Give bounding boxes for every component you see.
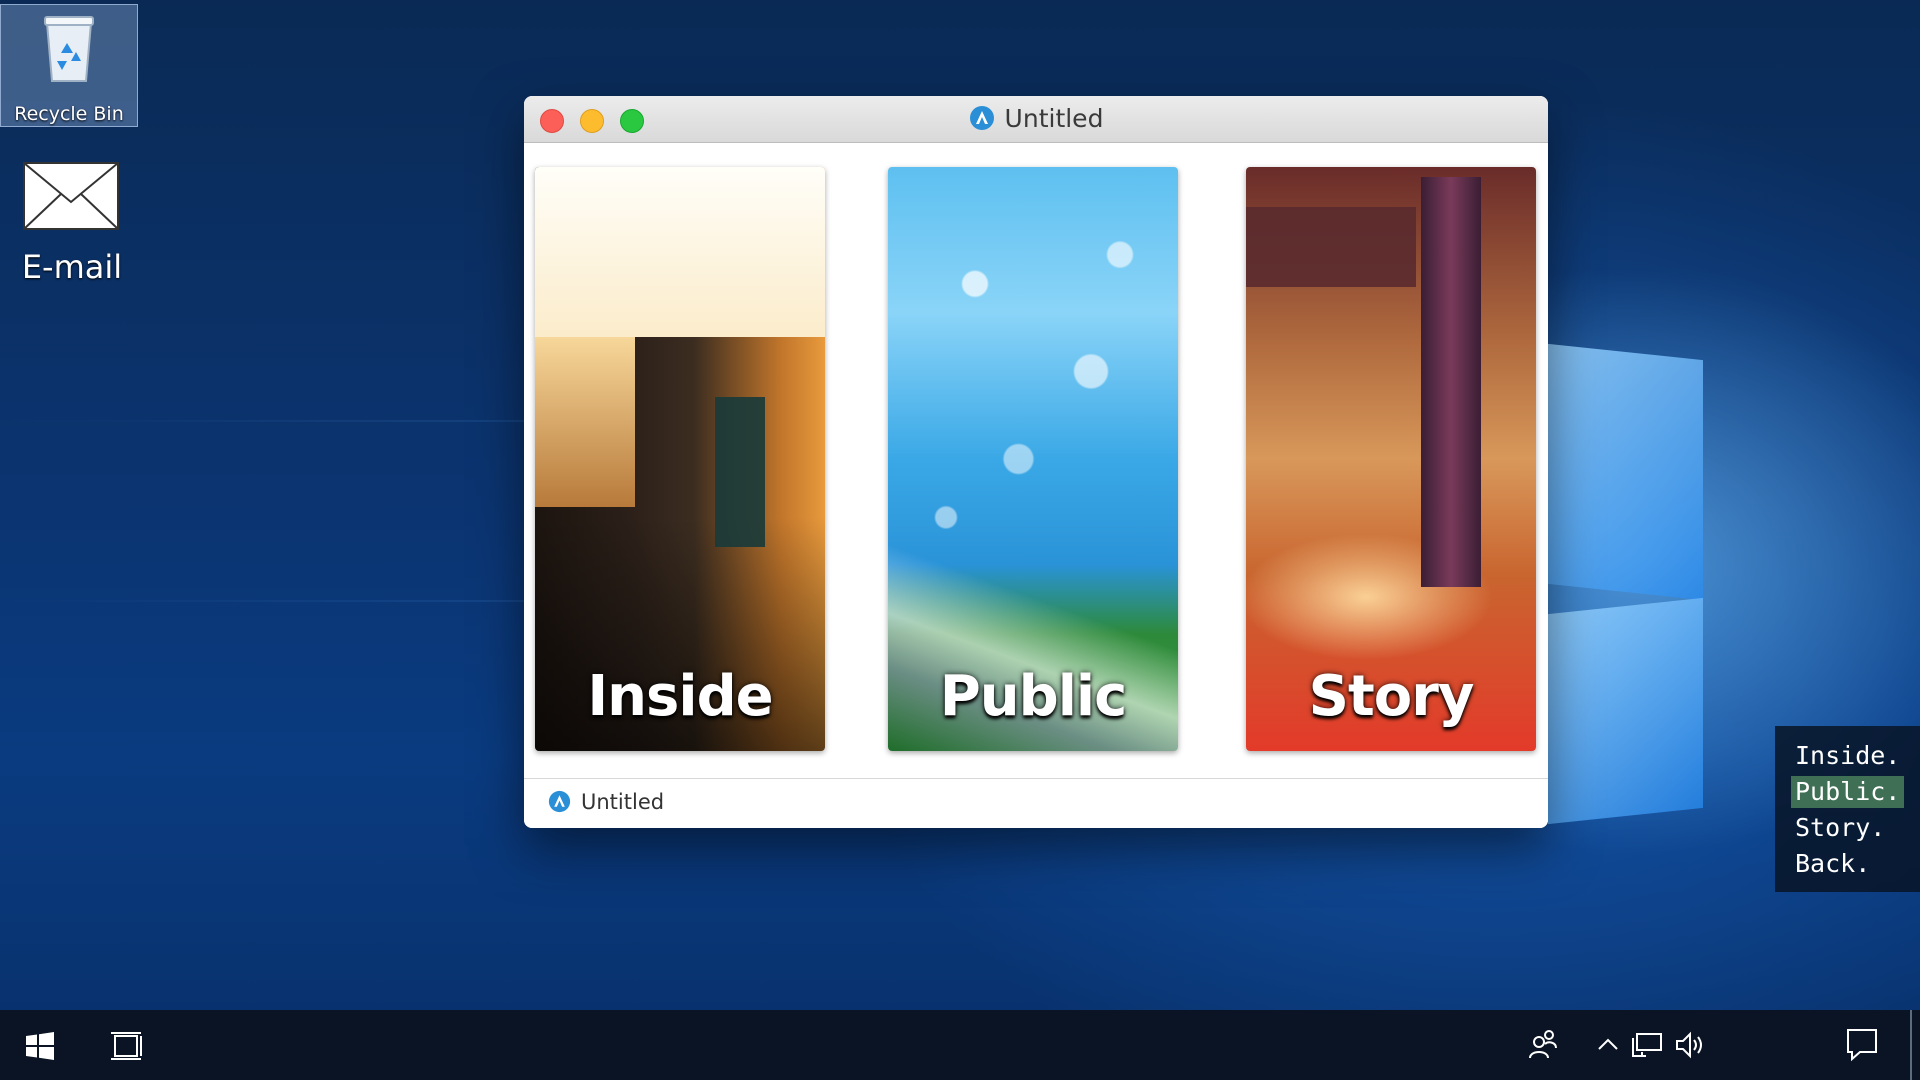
taskbar [0, 1010, 1920, 1080]
notification-icon[interactable] [1846, 1028, 1878, 1062]
menu-option-inside[interactable]: Inside. [1791, 740, 1904, 772]
card-public-label: Public [939, 664, 1128, 729]
menu-option-public[interactable]: Public. [1791, 776, 1905, 808]
envelope-icon [23, 162, 119, 230]
card-story-art-pillar [1421, 177, 1481, 587]
card-inside-art-chair [715, 397, 765, 547]
status-bar: Untitled [524, 778, 1548, 828]
app-icon [969, 106, 994, 130]
recycle-bin-icon [44, 16, 94, 82]
menu-option-back[interactable]: Back. [1791, 848, 1874, 880]
recycle-bin-label: Recycle Bin [14, 103, 124, 125]
status-area: Untitled [548, 790, 664, 814]
show-desktop-edge[interactable] [1910, 1010, 1912, 1080]
title-bar[interactable]: Untitled [524, 96, 1548, 143]
card-story-label: Story [1308, 664, 1475, 729]
desktop-icon-recycle-bin[interactable]: Recycle Bin [0, 4, 138, 127]
menu-option-story[interactable]: Story. [1791, 812, 1889, 844]
windows-start-icon[interactable] [26, 1032, 54, 1060]
chevron-up-icon[interactable] [1596, 1032, 1620, 1056]
email-label: E-mail [21, 248, 123, 286]
status-text: Untitled [581, 790, 665, 814]
windows-logo-pane-lower [1548, 597, 1703, 825]
task-view-icon[interactable] [110, 1030, 144, 1062]
window-title: Untitled [1004, 104, 1104, 133]
card-inside-art-light [535, 167, 825, 337]
card-public[interactable]: Public [888, 167, 1178, 751]
window-title-area: Untitled [524, 104, 1548, 133]
app-window: Untitled Inside Public Story Untitled [524, 96, 1548, 828]
card-area: Inside Public Story [524, 143, 1548, 777]
choice-menu: Inside. Public. Story. Back. [1775, 726, 1920, 892]
card-inside-art-wall [535, 337, 635, 507]
card-story-art-canopy [1246, 207, 1416, 287]
windows-logo-pane-upper [1548, 343, 1703, 601]
desktop-icon-email[interactable]: E-mail [10, 160, 140, 290]
app-icon-small [548, 790, 571, 813]
people-icon[interactable] [1528, 1028, 1558, 1060]
card-inside[interactable]: Inside [535, 167, 825, 751]
network-icon[interactable] [1632, 1030, 1664, 1060]
card-story[interactable]: Story [1246, 167, 1536, 751]
volume-icon[interactable] [1674, 1030, 1706, 1060]
card-inside-label: Inside [587, 664, 773, 729]
